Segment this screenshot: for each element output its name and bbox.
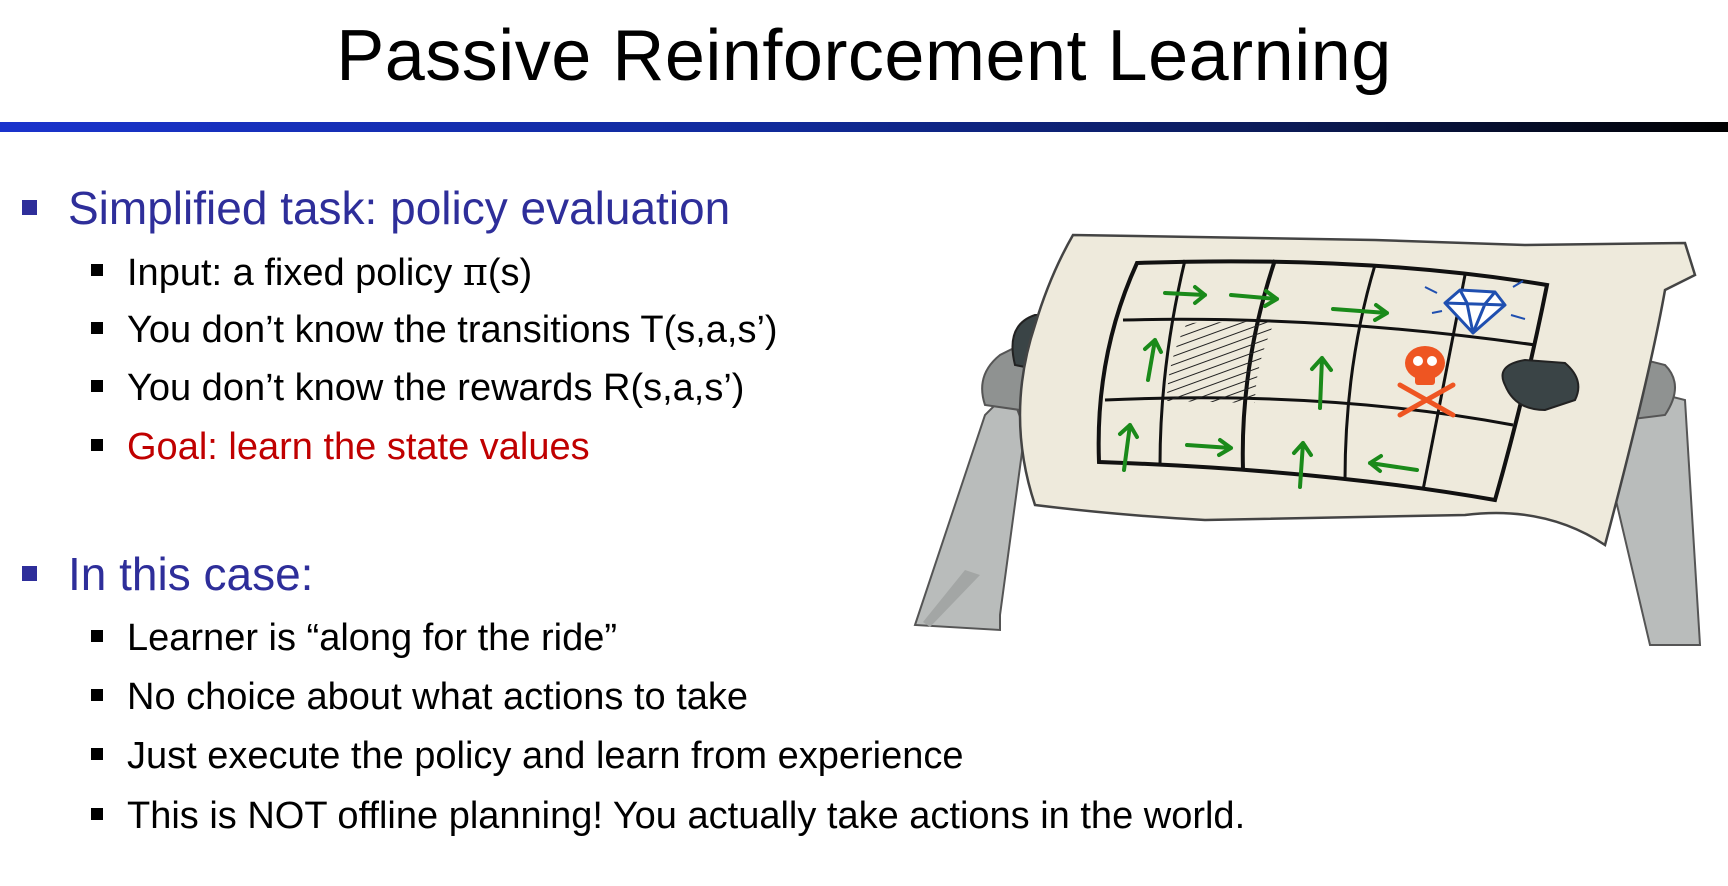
square-bullet-icon [91, 264, 103, 276]
list-item-goal: Goal: learn the state values [91, 423, 590, 471]
square-bullet-icon [91, 748, 103, 760]
list-item-text: No choice about what actions to take [127, 676, 749, 718]
list-item-input-policy: Input: a fixed policy π(s) [91, 248, 533, 297]
section-heading-text: Simplified task: policy evaluation [68, 182, 731, 234]
list-item-text: Input: a fixed policy [127, 252, 463, 294]
list-item-text: Just execute the policy and learn from e… [127, 735, 964, 777]
robot-hands-icon [913, 233, 1702, 646]
square-bullet-icon [91, 630, 103, 642]
list-item-along-for-ride: Learner is “along for the ride” [91, 614, 618, 662]
section-heading-in-this-case: In this case: [22, 546, 314, 602]
list-item-text: You don’t know the transitions T(s,a,s’) [127, 309, 778, 351]
section-heading-text: In this case: [68, 548, 314, 600]
section-heading-policy-evaluation: Simplified task: policy evaluation [22, 180, 731, 236]
list-item-text-suffix: (s) [487, 252, 533, 294]
list-item-text: This is NOT offline planning! You actual… [127, 795, 1246, 837]
list-item-execute-policy: Just execute the policy and learn from e… [91, 732, 964, 780]
list-item-text: Learner is “along for the ride” [127, 617, 618, 659]
list-item-no-choice: No choice about what actions to take [91, 673, 749, 721]
square-bullet-icon [22, 200, 37, 215]
list-item-not-offline: This is NOT offline planning! You actual… [91, 792, 1246, 840]
square-bullet-icon [22, 566, 37, 581]
list-item-transitions: You don’t know the transitions T(s,a,s’) [91, 306, 778, 354]
pi-symbol: π [462, 250, 488, 294]
square-bullet-icon [91, 808, 103, 820]
square-bullet-icon [91, 380, 103, 392]
square-bullet-icon [91, 439, 103, 451]
slide-title: Passive Reinforcement Learning [336, 16, 1392, 96]
square-bullet-icon [91, 689, 103, 701]
list-item-rewards: You don’t know the rewards R(s,a,s’) [91, 364, 745, 412]
square-bullet-icon [91, 322, 103, 334]
title-divider [0, 122, 1728, 132]
grid-map-icon [1018, 233, 1697, 548]
list-item-text: Goal: learn the state values [127, 426, 590, 468]
list-item-text: You don’t know the rewards R(s,a,s’) [127, 367, 745, 409]
